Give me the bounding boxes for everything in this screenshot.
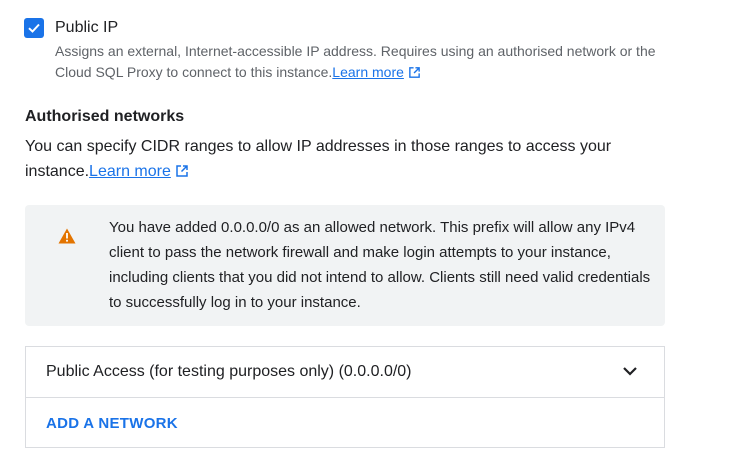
chevron-down-icon[interactable] [621,362,639,380]
public-ip-label[interactable]: Public IP [55,19,118,37]
check-icon [28,23,40,33]
network-item-label: Public Access (for testing purposes only… [46,363,412,380]
authorised-networks-learn-more-link[interactable]: Learn more [89,163,171,180]
external-link-icon[interactable] [175,164,189,178]
add-network-button[interactable]: ADD A NETWORK [46,415,178,432]
warning-callout: You have added 0.0.0.0/0 as an allowed n… [25,205,665,326]
external-link-icon[interactable] [408,66,421,79]
warning-text: You have added 0.0.0.0/0 as an allowed n… [109,219,651,311]
networks-panel: Public Access (for testing purposes only… [25,346,665,448]
public-ip-help-text: Assigns an external, Internet-accessible… [55,41,675,83]
network-item[interactable]: Public Access (for testing purposes only… [26,347,664,398]
public-ip-checkbox[interactable] [24,18,44,38]
public-ip-checkbox-row[interactable]: Public IP [24,18,118,38]
warning-icon [58,228,76,244]
public-ip-learn-more-link[interactable]: Learn more [332,64,404,80]
authorised-networks-description: You can specify CIDR ranges to allow IP … [25,134,645,184]
add-network-row: ADD A NETWORK [26,398,664,448]
authorised-networks-title: Authorised networks [25,108,185,125]
